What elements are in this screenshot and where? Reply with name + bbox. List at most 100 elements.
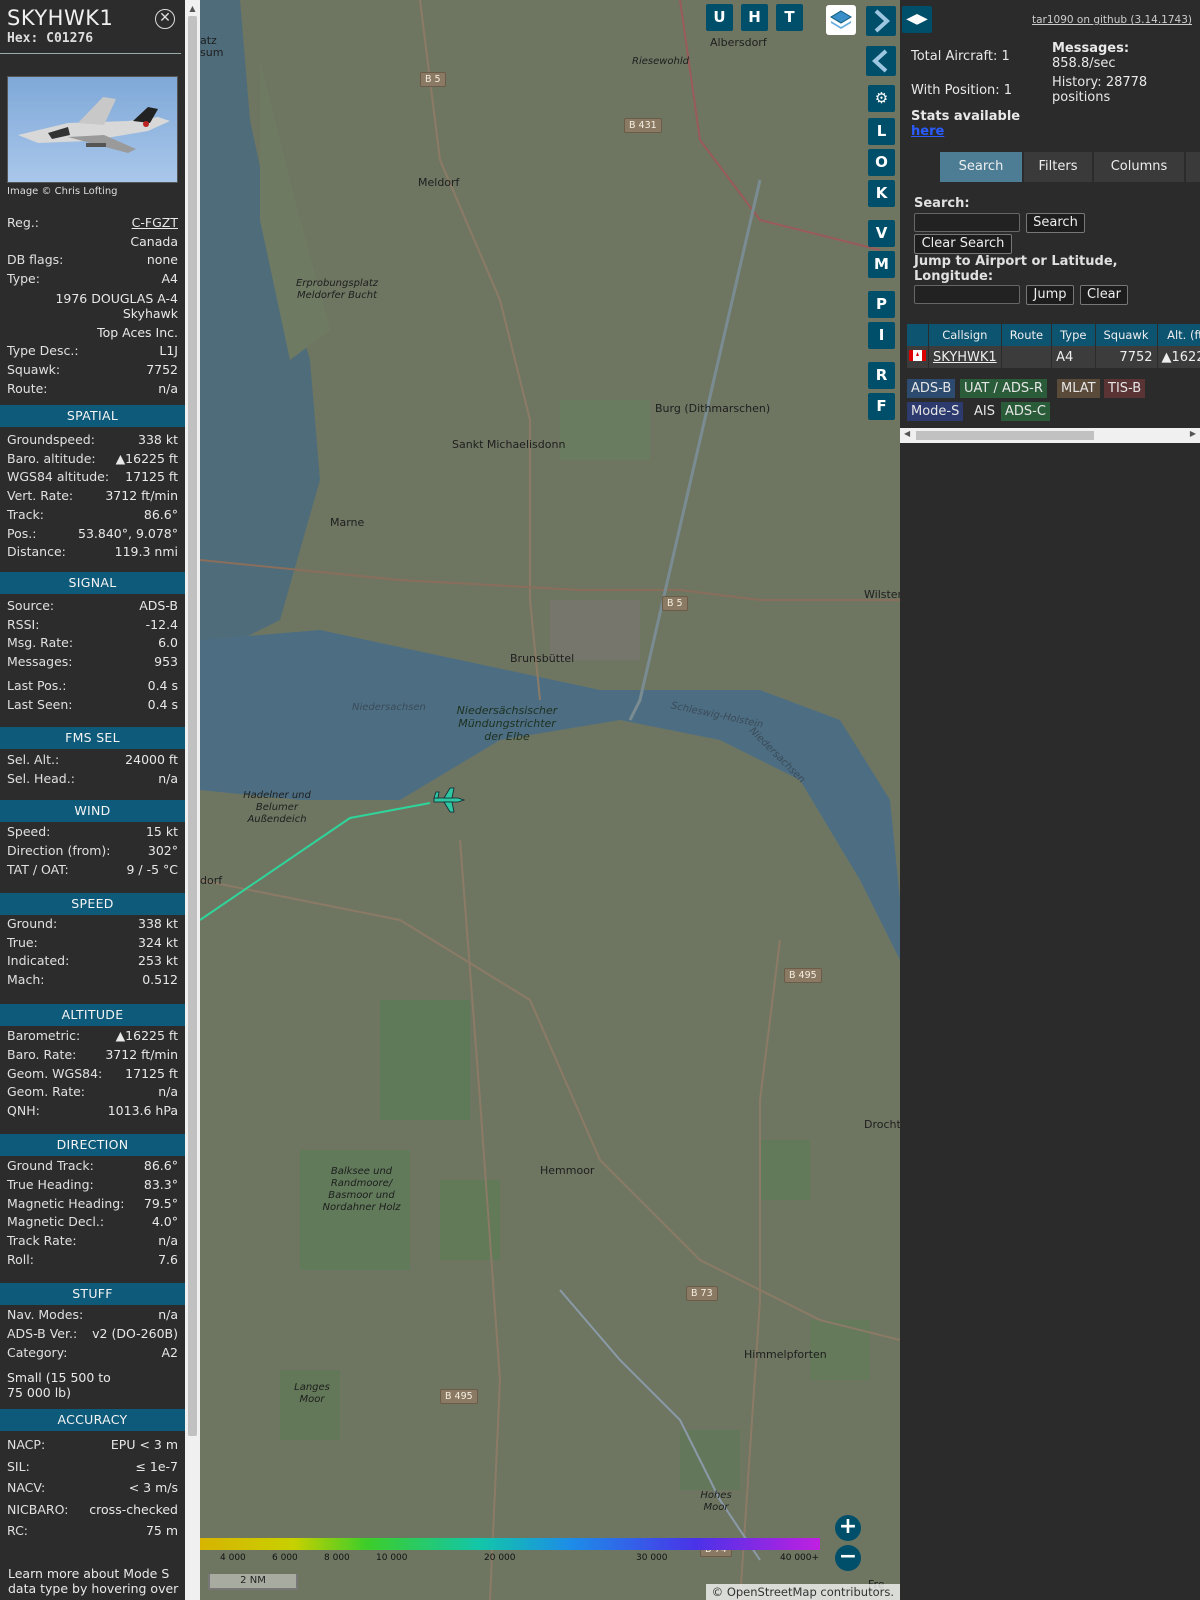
speed-value: 324 kt: [138, 934, 178, 950]
clear-search-button[interactable]: Clear Search: [914, 234, 1012, 254]
chip-ais[interactable]: AIS: [970, 402, 999, 421]
direction-label: Track Rate:: [7, 1233, 77, 1249]
col-callsign[interactable]: Callsign: [928, 324, 1002, 346]
section-altitude: ALTITUDE: [0, 1004, 185, 1026]
tab-columns[interactable]: Columns: [1094, 152, 1184, 182]
spatial-row: Groundspeed: 338 kt: [7, 430, 178, 449]
accuracy-row: NACP: EPU < 3 m: [7, 1435, 178, 1454]
type-row: Type: A4: [7, 271, 178, 286]
arrows-left-right-icon: ◀▶: [906, 11, 928, 27]
wind-label: Direction (from):: [7, 843, 111, 858]
layers-button[interactable]: [826, 5, 856, 35]
map-button-t[interactable]: T: [776, 4, 803, 31]
category-desc: Small (15 500 to 75 000 lb): [7, 1370, 111, 1400]
collapse-panel-button[interactable]: [866, 46, 896, 76]
close-icon[interactable]: ✕: [155, 9, 175, 29]
chip-tisb[interactable]: TIS-B: [1104, 379, 1146, 398]
fms-label: Sel. Head.:: [7, 771, 75, 786]
col-route[interactable]: Route: [1001, 324, 1053, 346]
expand-panel-button[interactable]: [866, 6, 896, 36]
speed-label: Ground:: [7, 916, 58, 931]
tab-search[interactable]: Search: [940, 152, 1022, 182]
version-link[interactable]: tar1090 on github (3.14.1743): [1032, 14, 1192, 26]
signal-value: 0.4 s: [147, 677, 178, 693]
spatial-label: WGS84 altitude:: [7, 469, 110, 485]
chip-mlat[interactable]: MLAT: [1057, 379, 1100, 398]
info-header: SKYHWK1 Hex: C01276 ✕: [0, 0, 181, 54]
selected-hex: Hex: C01276: [7, 31, 94, 46]
info-scrollbar[interactable]: ▲: [185, 0, 200, 1600]
reg-row: Reg.: C-FGZT: [7, 215, 178, 230]
altitude-label: Barometric:: [7, 1028, 81, 1043]
direction-value: 4.0°: [151, 1214, 178, 1230]
messages-label: Messages:: [1052, 41, 1130, 56]
map-button-k[interactable]: K: [868, 180, 895, 207]
search-button[interactable]: Search: [1026, 213, 1085, 233]
road-label: B 431: [624, 118, 662, 133]
col-altitude[interactable]: Alt. (ft): [1157, 324, 1200, 346]
map-button-f[interactable]: F: [868, 393, 895, 420]
row-callsign[interactable]: SKYHWK1: [928, 346, 1002, 368]
registration-link[interactable]: C-FGZT: [132, 215, 178, 230]
row-type: A4: [1051, 346, 1096, 368]
place-label: Brunsbüttel: [510, 652, 575, 665]
section-signal: SIGNAL: [0, 572, 185, 594]
info-scroll-thumb[interactable]: [188, 16, 197, 1436]
section-spatial: SPATIAL: [0, 405, 185, 427]
chip-uat[interactable]: UAT / ADS-R: [960, 379, 1047, 398]
hscroll-thumb[interactable]: [916, 431, 1094, 440]
map-button-u[interactable]: U: [706, 4, 733, 31]
place-label: Hadelner und Belumer Außendeich: [243, 790, 311, 825]
map-button-p[interactable]: P: [868, 291, 895, 318]
place-label: Sankt Michaelisdonn: [452, 438, 566, 451]
place-label: Drochte: [864, 1118, 900, 1131]
wind-value: 9 / -5 °C: [126, 862, 178, 877]
col-squawk[interactable]: Squawk: [1095, 324, 1158, 346]
table-row[interactable]: SKYHWK1 A4 7752 ▲16225: [907, 346, 1200, 368]
history-unit: positions: [1052, 90, 1111, 105]
map-view[interactable]: Albersdorf Riesewohld Meldorf Erprobungspla…: [200, 0, 900, 1600]
scroll-right-icon[interactable]: ▶: [1190, 429, 1196, 438]
gear-icon: ⚙: [874, 89, 889, 107]
search-input[interactable]: [914, 213, 1020, 232]
col-flag: [907, 324, 929, 346]
speed-row: Indicated: 253 kt: [7, 951, 178, 970]
chip-modes[interactable]: Mode-S: [907, 402, 964, 421]
place-label: sum: [200, 46, 224, 59]
speed-value: 253 kt: [138, 953, 178, 969]
map-button-h[interactable]: H: [741, 4, 768, 31]
map-button-i[interactable]: I: [868, 322, 895, 349]
toggle-sidebar-button[interactable]: ◀▶: [902, 6, 932, 33]
jump-button[interactable]: Jump: [1026, 285, 1074, 305]
tab-filters[interactable]: Filters: [1024, 152, 1092, 182]
chip-adsc[interactable]: ADS-C: [1001, 402, 1050, 421]
speed-row: True: 324 kt: [7, 933, 178, 952]
stats-link[interactable]: here: [911, 124, 944, 139]
section-direction: DIRECTION: [0, 1134, 185, 1156]
signal-row: Last Seen: 0.4 s: [7, 695, 178, 714]
scroll-up-icon[interactable]: ▲: [188, 4, 197, 14]
zoom-out-button[interactable]: −: [835, 1545, 861, 1571]
clear-button[interactable]: Clear: [1080, 285, 1128, 305]
zoom-in-button[interactable]: +: [835, 1515, 861, 1541]
chip-adsb[interactable]: ADS-B: [907, 379, 956, 398]
jump-input[interactable]: [914, 285, 1020, 304]
settings-button[interactable]: ⚙: [868, 85, 895, 112]
col-type[interactable]: Type: [1051, 324, 1096, 346]
aircraft-photo[interactable]: [7, 76, 178, 183]
map-button-l[interactable]: L: [868, 118, 895, 145]
speed-value: 338 kt: [138, 916, 178, 931]
table-hscrollbar[interactable]: ◀ ▶: [900, 428, 1200, 443]
map-attribution[interactable]: © OpenStreetMap contributors.: [705, 1584, 900, 1600]
spatial-value: 53.840°, 9.078°: [78, 525, 178, 541]
map-button-v[interactable]: V: [868, 220, 895, 247]
map-button-m[interactable]: M: [868, 251, 895, 278]
scroll-left-icon[interactable]: ◀: [904, 429, 910, 438]
spatial-row: Track: 86.6°: [7, 505, 178, 524]
speed-label: Mach:: [7, 972, 45, 988]
map-button-r[interactable]: R: [868, 362, 895, 389]
spatial-value: ▲16225 ft: [115, 450, 178, 466]
spatial-value: 338 kt: [138, 432, 178, 447]
map-button-o[interactable]: O: [868, 149, 895, 176]
spatial-value: 17125 ft: [125, 469, 178, 485]
